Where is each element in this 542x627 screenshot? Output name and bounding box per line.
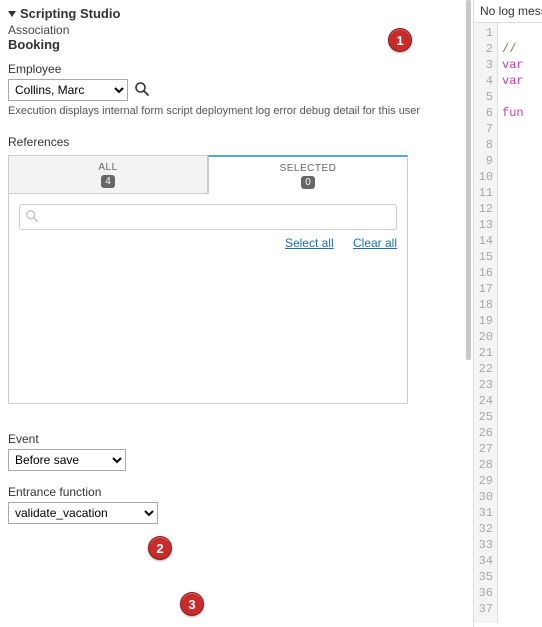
callout-1: 1 <box>388 28 412 52</box>
filter-search-icon <box>25 209 39 223</box>
splitter-handle-icon[interactable] <box>466 0 471 360</box>
code-line-1: // <box>502 42 516 56</box>
tab-all-count: 4 <box>101 175 115 188</box>
references-box: Select all Clear all <box>8 194 408 404</box>
search-icon[interactable] <box>134 81 150 100</box>
employee-help-text: Execution displays internal form script … <box>8 105 438 119</box>
references-filter-input[interactable] <box>19 204 397 230</box>
tab-selected[interactable]: SELECTED 0 <box>208 155 408 194</box>
collapse-caret-icon[interactable] <box>8 11 16 17</box>
employee-label: Employee <box>8 62 457 76</box>
code-pane: No log messa 123456789101112131415161718… <box>473 0 542 627</box>
employee-select[interactable]: Collins, Marc <box>8 79 128 101</box>
line-number-gutter: 1234567891011121314151617181920212223242… <box>474 23 498 623</box>
tab-selected-label: SELECTED <box>209 163 407 174</box>
select-all-link[interactable]: Select all <box>285 236 334 250</box>
event-label: Event <box>8 432 457 446</box>
callout-2: 2 <box>148 536 172 560</box>
tab-all-label: ALL <box>9 162 207 173</box>
tab-selected-count: 0 <box>301 176 315 189</box>
code-line-2: var <box>502 58 524 72</box>
panel-title: Scripting Studio <box>20 6 120 21</box>
pane-splitter[interactable] <box>465 0 473 627</box>
log-header: No log messa <box>474 0 542 23</box>
code-line-5: fun <box>502 106 524 120</box>
code-line-3: var <box>502 74 524 88</box>
tab-all[interactable]: ALL 4 <box>8 155 208 193</box>
scripting-studio-panel: Scripting Studio Association Booking Emp… <box>0 0 465 627</box>
panel-header[interactable]: Scripting Studio <box>8 6 457 21</box>
event-select[interactable]: Before save <box>8 449 126 471</box>
references-tabs: ALL 4 SELECTED 0 <box>8 155 408 194</box>
code-editor[interactable]: // var var fun <box>498 23 542 623</box>
entrance-function-label: Entrance function <box>8 485 457 499</box>
callout-3: 3 <box>180 592 204 616</box>
entrance-function-select[interactable]: validate_vacation <box>8 502 158 524</box>
clear-all-link[interactable]: Clear all <box>353 236 397 250</box>
references-label: References <box>8 135 457 149</box>
